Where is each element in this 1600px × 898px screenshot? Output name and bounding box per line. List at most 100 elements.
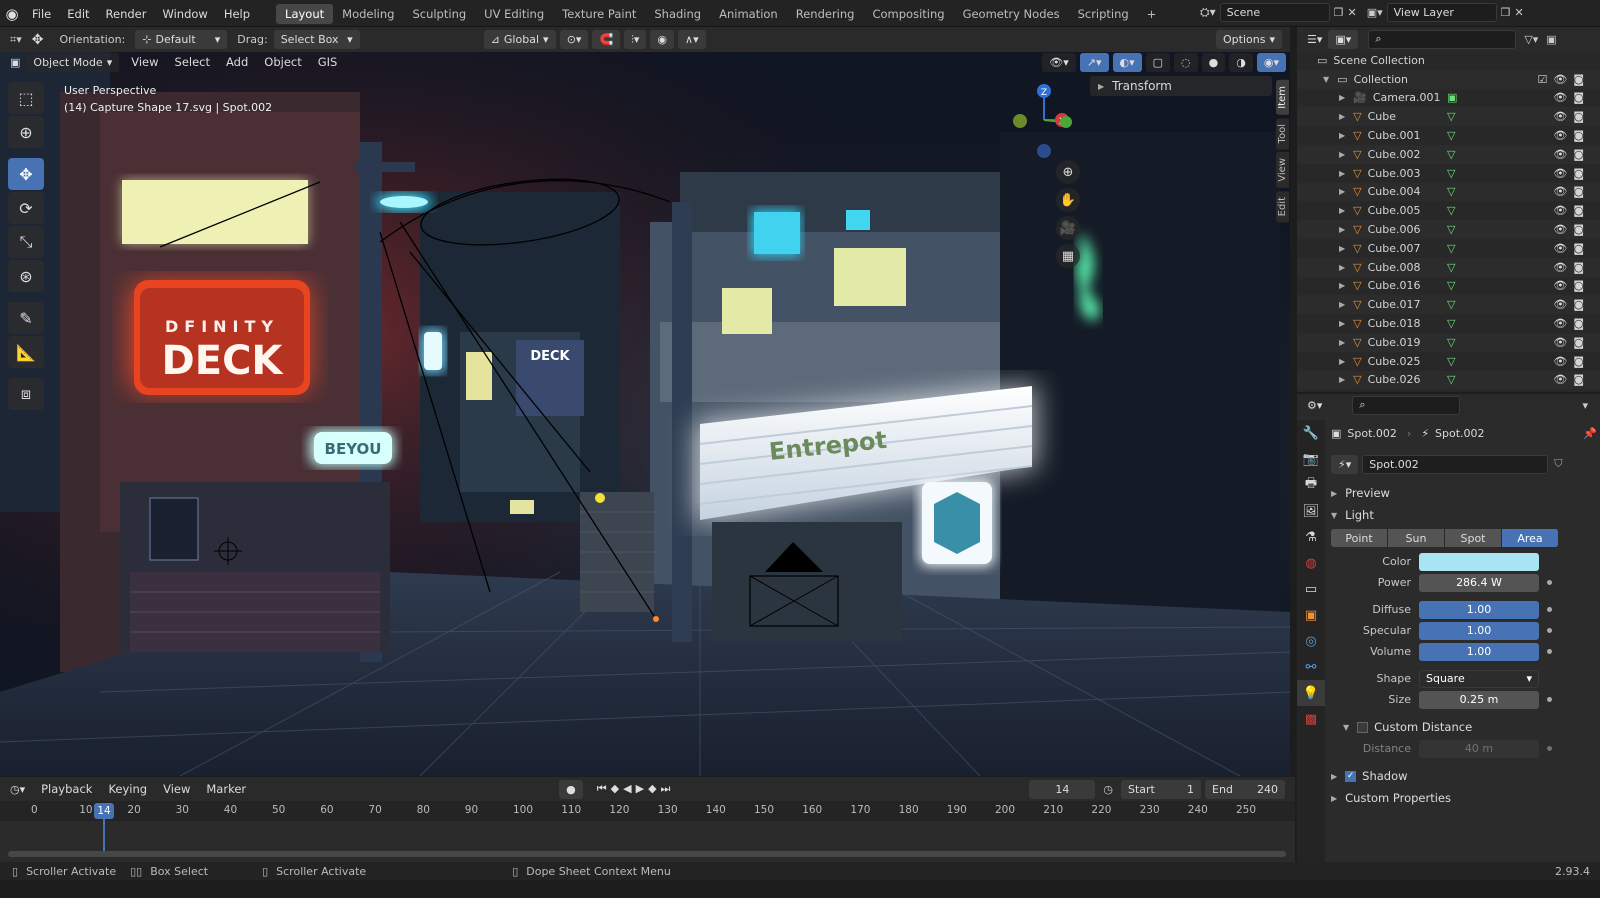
render-tab-icon[interactable]: 📷 [1297,446,1325,472]
expand-triangle-icon[interactable]: ▶ [1339,263,1345,272]
outliner-item[interactable]: ▶ ▽ Cube.016 ▽ 👁◙ [1297,277,1600,296]
keyframe-dot-icon[interactable] [1547,697,1552,702]
eye-icon[interactable]: 👁 [1553,261,1573,274]
play-reverse-icon[interactable]: ◀ [623,782,635,795]
zoom-icon[interactable]: ⊕ [1056,160,1080,184]
outliner-item[interactable]: ▶ ▽ Cube.003 ▽ 👁◙ [1297,164,1600,183]
tab-rendering[interactable]: Rendering [787,4,864,24]
outliner-item[interactable]: ▶ ▽ Cube.025 ▽ 👁◙ [1297,352,1600,371]
light-type-area[interactable]: Area [1502,529,1559,547]
menu-help[interactable]: Help [216,7,258,21]
start-frame-field[interactable]: Start 1 [1121,779,1201,799]
menu-window[interactable]: Window [154,7,215,21]
chevron-down-icon[interactable]: ▾ [1582,399,1588,412]
snap-icon[interactable]: 🧲 [592,30,621,49]
physics-tab-icon[interactable]: ◎ [1297,628,1325,654]
scene-tab-icon[interactable]: ⚗ [1297,524,1325,550]
add-cube-icon[interactable]: ⧈ [8,378,44,410]
camera-icon[interactable]: ◙ [1573,204,1590,217]
object-name[interactable]: Spot.002 [1347,427,1397,440]
expand-triangle-icon[interactable]: ▶ [1339,131,1345,140]
xray-icon[interactable]: ▢ [1145,52,1171,72]
custom-distance-section[interactable]: ▼ Custom Distance [1331,716,1597,738]
overlay-toggle-icon[interactable]: ◐▾ [1112,52,1142,72]
outliner-item[interactable]: ▶ 🎥 Camera.001 ▣ 👁◙ [1297,89,1600,108]
keyframe-dot-icon[interactable] [1547,628,1552,633]
camera-icon[interactable]: ◙ [1573,73,1590,86]
object-tab-icon[interactable]: ▣ [1297,602,1325,628]
transform-icon[interactable]: ⊛ [8,260,44,292]
menu-select[interactable]: Select [167,55,218,69]
expand-triangle-icon[interactable]: ▼ [1323,75,1329,84]
outliner-search-input[interactable]: ⌕ [1368,29,1517,49]
expand-triangle-icon[interactable]: ▶ [1339,93,1345,102]
scene-icon[interactable]: ⛭▾ [1200,5,1216,20]
shading-solid-icon[interactable]: ● [1201,52,1226,72]
playhead-line[interactable] [103,819,105,853]
shading-rendered-icon[interactable]: ◉▾ [1256,52,1286,72]
properties-editor-icon[interactable]: ⚙▾ [1307,399,1322,412]
expand-triangle-icon[interactable]: ▶ [1339,244,1345,253]
light-data-tab-icon[interactable]: 💡 [1297,680,1325,706]
tab-texture-paint[interactable]: Texture Paint [553,4,645,24]
eye-icon[interactable]: 👁 [1553,298,1573,311]
diffuse-slider[interactable]: 1.00 [1419,600,1539,619]
camera-icon[interactable]: ◙ [1573,336,1590,349]
jump-start-icon[interactable]: ⏮ [597,782,611,795]
tab-compositing[interactable]: Compositing [863,4,953,24]
snap-target-icon[interactable]: ⫶▾ [624,30,647,49]
expand-triangle-icon[interactable]: ▶ [1339,300,1345,309]
tab-modeling[interactable]: Modeling [333,4,403,24]
camera-icon[interactable]: ◙ [1573,185,1590,198]
menu-object[interactable]: Object [256,55,309,69]
world-tab-icon[interactable]: ◍ [1297,550,1325,576]
menu-view[interactable]: View [123,55,166,69]
current-frame-field[interactable]: 14 [1029,779,1096,799]
menu-add[interactable]: Add [218,55,256,69]
datablock-browse-icon[interactable]: ⚡▾ [1331,454,1359,474]
eye-icon[interactable]: 👁 [1553,204,1573,217]
eye-icon[interactable]: 👁 [1553,279,1573,292]
data-name[interactable]: Spot.002 [1435,427,1485,440]
eye-icon[interactable]: 👁 [1553,73,1573,86]
eye-icon[interactable]: 👁 [1553,317,1573,330]
camera-icon[interactable]: ◙ [1573,279,1590,292]
falloff-icon[interactable]: ∧▾ [678,30,706,49]
shadow-section[interactable]: ▶ ✓ Shadow [1331,765,1597,787]
color-swatch[interactable] [1419,552,1539,571]
properties-search-input[interactable]: ⌕ [1352,395,1461,415]
camera-icon[interactable]: ◙ [1573,298,1590,311]
rotate-icon[interactable]: ⟳ [8,192,44,224]
jump-end-icon[interactable]: ⏭ [661,782,675,795]
eye-icon[interactable]: 👁 [1553,242,1573,255]
expand-triangle-icon[interactable]: ▶ [1339,112,1345,121]
camera-icon[interactable]: ◙ [1573,110,1590,123]
play-icon[interactable]: ▶ [636,782,648,795]
next-keyframe-icon[interactable]: ◆ [648,782,660,795]
eye-icon[interactable]: 👁 [1553,167,1573,180]
eye-icon[interactable]: 👁 [1553,223,1573,236]
select-box-icon[interactable]: ⬚ [8,82,44,114]
scene-collection-row[interactable]: ▭ Scene Collection [1297,51,1600,70]
shadow-checkbox[interactable]: ✓ [1345,770,1357,782]
menu-file[interactable]: File [24,7,59,21]
camera-icon[interactable]: ◙ [1573,129,1590,142]
clock-icon[interactable]: ◷ [1103,783,1113,796]
camera-icon[interactable]: ◙ [1573,317,1590,330]
eye-icon[interactable]: 👁 [1553,185,1573,198]
tool-tab-icon[interactable]: 🔧 [1297,420,1325,446]
collection-tab-icon[interactable]: ▭ [1297,576,1325,602]
menu-playback[interactable]: Playback [33,782,100,796]
menu-timeline-view[interactable]: View [155,782,198,796]
expand-triangle-icon[interactable]: ▶ [1339,375,1345,384]
tab-item[interactable]: Item [1276,80,1289,115]
keyframe-dot-icon[interactable] [1547,607,1552,612]
expand-triangle-icon[interactable]: ▶ [1339,187,1345,196]
outliner-item[interactable]: ▶ ▽ Cube.017 ▽ 👁◙ [1297,295,1600,315]
outliner-item[interactable]: ▶ ▽ Cube ▽ 👁◙ [1297,107,1600,127]
fake-user-shield-icon[interactable]: ⛉ [1554,457,1562,471]
drag-dropdown[interactable]: Select Box ▾ [273,30,360,49]
filter-icon[interactable]: ▽▾ [1524,33,1538,46]
outliner-item[interactable]: ▶ ▽ Cube.005 ▽ 👁◙ [1297,201,1600,220]
outliner-item[interactable]: ▶ ▽ Cube.006 ▽ 👁◙ [1297,220,1600,239]
